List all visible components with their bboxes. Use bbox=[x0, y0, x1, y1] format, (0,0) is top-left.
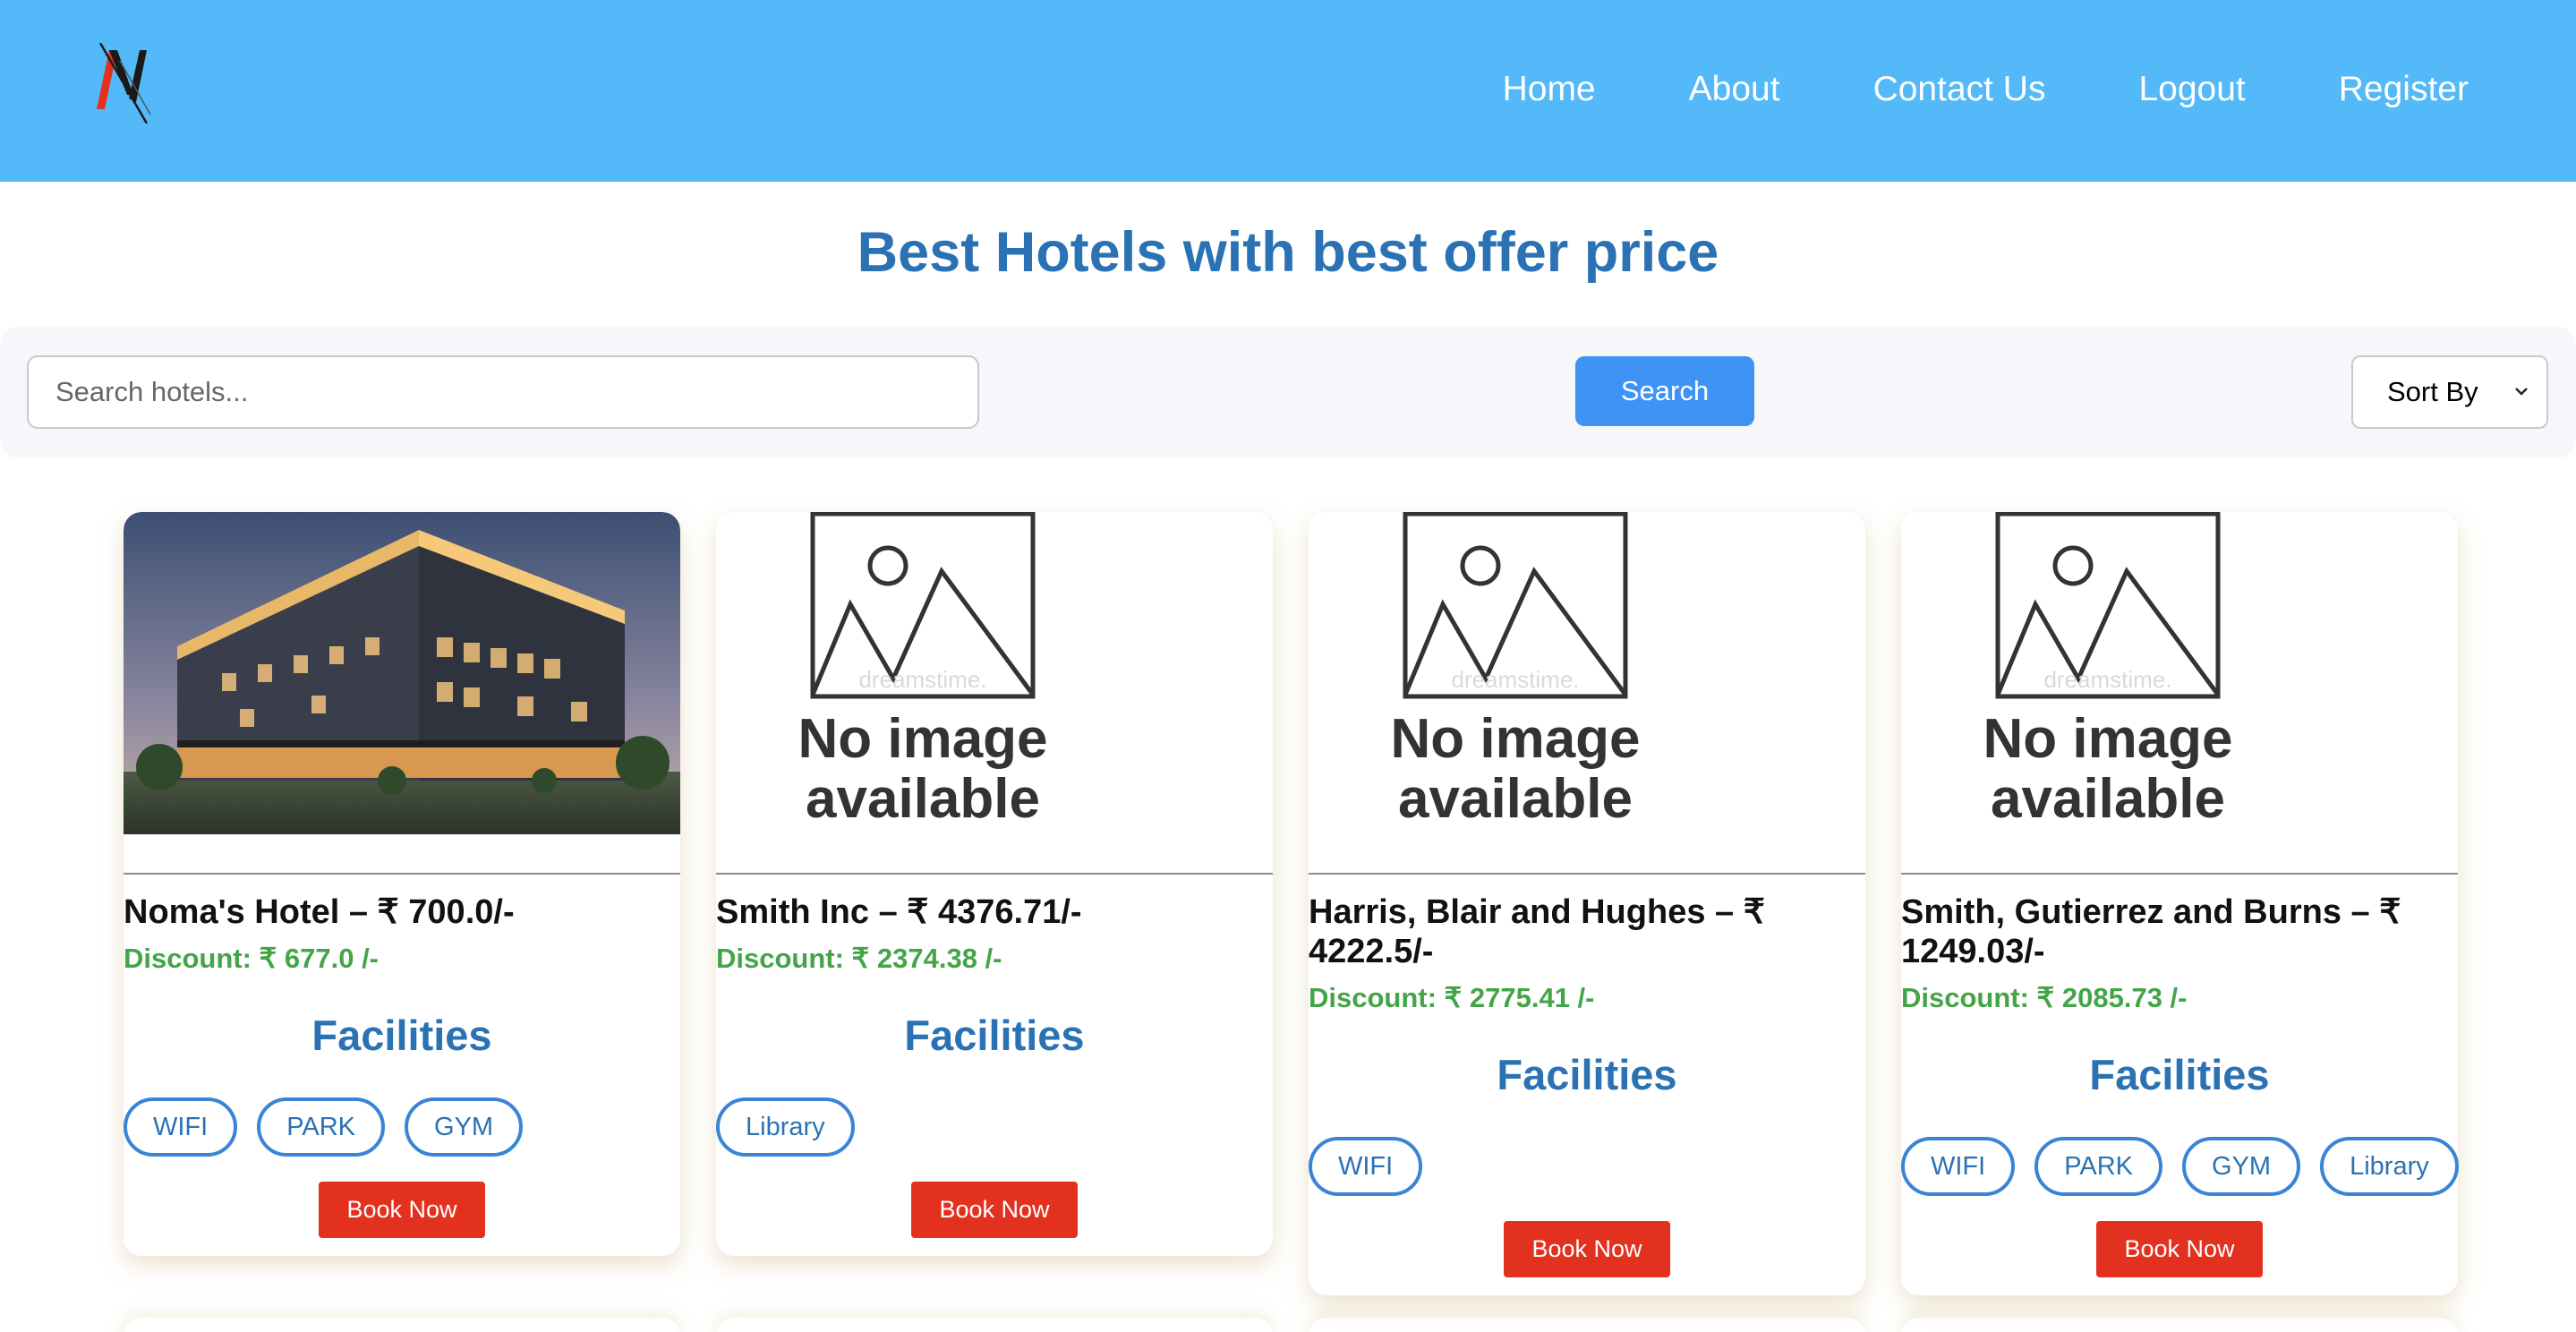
facilities-heading: Facilities bbox=[904, 1012, 1085, 1059]
hotel-image-frame: dreamstime. No image available bbox=[716, 512, 1273, 875]
sort-select[interactable]: Sort By bbox=[2351, 355, 2548, 429]
book-now-button[interactable]: Book Now bbox=[911, 1182, 1078, 1238]
hotel-image-frame: dreamstime. No image available bbox=[1901, 512, 2458, 875]
svg-text:dreamstime.: dreamstime. bbox=[1451, 666, 1579, 693]
facility-list: WIFI PARK GYM bbox=[124, 1097, 680, 1157]
hotel-card: dreamstime. No image available Smith Inc… bbox=[716, 512, 1273, 1256]
hotel-image-frame bbox=[124, 512, 680, 875]
search-button[interactable]: Search bbox=[1575, 356, 1754, 426]
hotel-title: Harris, Blair and Hughes – ₹ 4222.5/- bbox=[1309, 893, 1765, 970]
no-image-placeholder-icon: dreamstime. No image available bbox=[1390, 512, 1641, 830]
hotel-card-next-row bbox=[1901, 1318, 2458, 1332]
nav-register[interactable]: Register bbox=[2339, 70, 2469, 109]
facility-chip[interactable]: WIFI bbox=[1901, 1137, 2016, 1196]
hotel-discount: Discount: ₹ 2775.41 /- bbox=[1309, 982, 1595, 1013]
nav-about[interactable]: About bbox=[1689, 70, 1780, 109]
hotel-card-next-row bbox=[1309, 1318, 1865, 1332]
nav-contact-us[interactable]: Contact Us bbox=[1873, 70, 2046, 109]
facilities-heading: Facilities bbox=[1497, 1051, 1677, 1098]
svg-text:No image: No image bbox=[1983, 708, 2232, 770]
search-input[interactable] bbox=[27, 355, 979, 429]
hotel-card: dreamstime. No image available Smith, Gu… bbox=[1901, 512, 2459, 1295]
facility-list: WIFI bbox=[1309, 1137, 1865, 1196]
book-now-button[interactable]: Book Now bbox=[1504, 1221, 1670, 1277]
facilities-heading: Facilities bbox=[311, 1012, 492, 1059]
hotel-title: Noma's Hotel – ₹ 700.0/- bbox=[124, 893, 515, 931]
facility-chip[interactable]: GYM bbox=[2182, 1137, 2301, 1196]
facilities-heading: Facilities bbox=[2089, 1051, 2270, 1098]
svg-text:dreamstime.: dreamstime. bbox=[858, 666, 986, 693]
facility-chip[interactable]: WIFI bbox=[124, 1097, 238, 1157]
hotel-card: dreamstime. No image available Harris, B… bbox=[1309, 512, 1865, 1295]
hotel-title: Smith, Gutierrez and Burns – ₹ 1249.03/- bbox=[1901, 893, 2401, 970]
top-navbar: Home About Contact Us Logout Register bbox=[0, 0, 2576, 182]
hotel-title: Smith Inc – ₹ 4376.71/- bbox=[716, 893, 1082, 931]
hotel-image-frame: dreamstime. No image available bbox=[1309, 512, 1865, 875]
facility-chip[interactable]: Library bbox=[2320, 1137, 2459, 1196]
search-bar: Search Sort By bbox=[0, 326, 2576, 458]
svg-text:No image: No image bbox=[1390, 708, 1640, 770]
hotel-card-next-row bbox=[716, 1318, 1273, 1332]
hotel-discount: Discount: ₹ 2374.38 /- bbox=[716, 943, 1002, 974]
sort-select-label: Sort By bbox=[2387, 376, 2478, 407]
facility-list: WIFI PARK GYM Library bbox=[1901, 1137, 2459, 1196]
nav-logout[interactable]: Logout bbox=[2138, 70, 2245, 109]
svg-text:No image: No image bbox=[798, 708, 1047, 770]
facility-chip[interactable]: GYM bbox=[405, 1097, 524, 1157]
svg-text:available: available bbox=[1991, 768, 2225, 830]
nav-home[interactable]: Home bbox=[1503, 70, 1596, 109]
svg-text:available: available bbox=[1398, 768, 1633, 830]
facility-chip[interactable]: PARK bbox=[2034, 1137, 2163, 1196]
book-now-button[interactable]: Book Now bbox=[2096, 1221, 2263, 1277]
no-image-placeholder-icon: dreamstime. No image available bbox=[798, 512, 1048, 830]
hotel-card-next-row bbox=[124, 1318, 680, 1332]
book-now-button[interactable]: Book Now bbox=[319, 1182, 485, 1238]
facility-chip[interactable]: WIFI bbox=[1309, 1137, 1423, 1196]
svg-text:dreamstime.: dreamstime. bbox=[2043, 666, 2171, 693]
facility-list: Library bbox=[716, 1097, 1273, 1157]
main-nav: Home About Contact Us Logout Register bbox=[1503, 0, 2469, 179]
page-title: Best Hotels with best offer price bbox=[857, 221, 1719, 284]
hotel-discount: Discount: ₹ 2085.73 /- bbox=[1901, 982, 2188, 1013]
hotel-card: Noma's Hotel – ₹ 700.0/- Discount: ₹ 677… bbox=[124, 512, 680, 1256]
hotel-photo bbox=[124, 512, 680, 834]
svg-text:available: available bbox=[806, 768, 1040, 830]
no-image-placeholder-icon: dreamstime. No image available bbox=[1983, 512, 2233, 830]
chevron-down-icon bbox=[2515, 388, 2528, 396]
facility-chip[interactable]: PARK bbox=[257, 1097, 386, 1157]
hotel-discount: Discount: ₹ 677.0 /- bbox=[124, 943, 380, 974]
facility-chip[interactable]: Library bbox=[716, 1097, 855, 1157]
brand-logo-icon[interactable] bbox=[93, 43, 152, 124]
